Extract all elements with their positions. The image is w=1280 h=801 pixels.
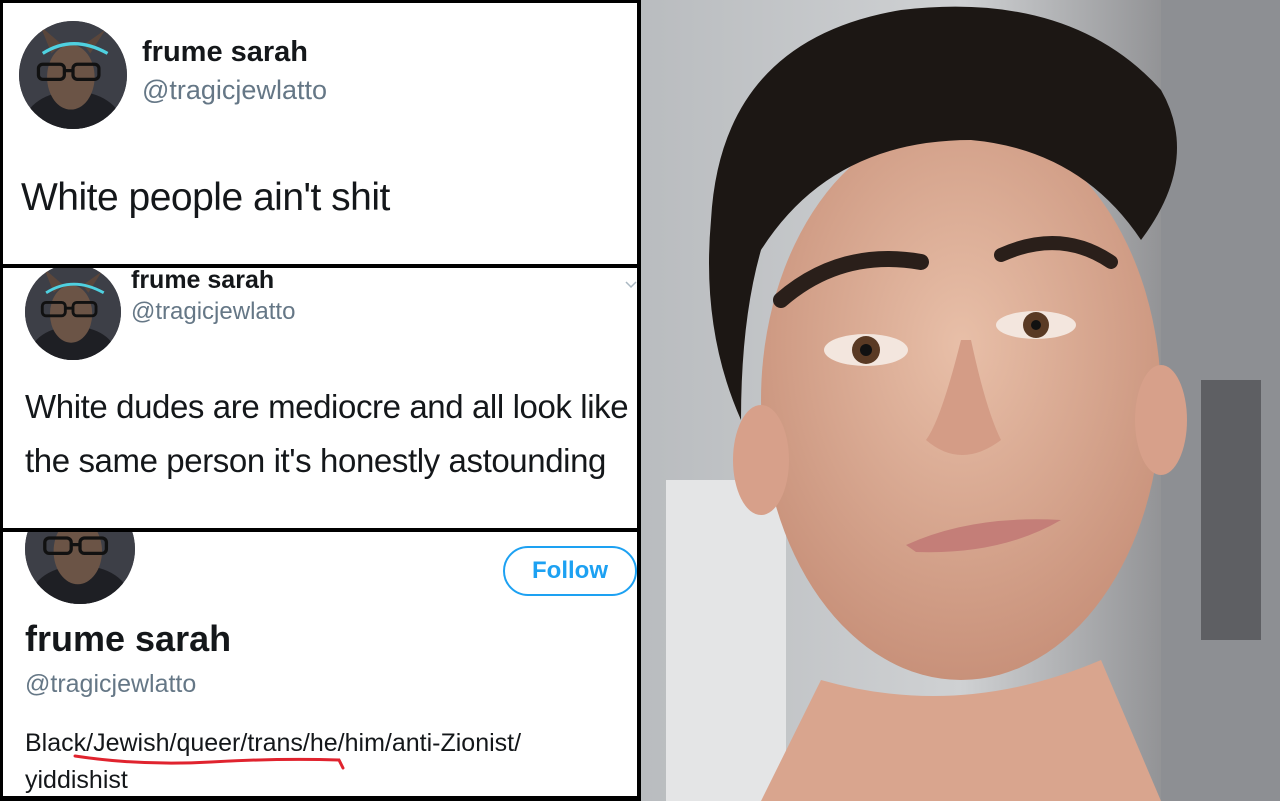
- username-handle: @tragicjewlatto: [25, 670, 197, 698]
- selfie-photo: [641, 0, 1280, 801]
- username-handle[interactable]: @tragicjewlatto: [142, 75, 327, 106]
- display-name[interactable]: frume sarah: [142, 36, 308, 69]
- display-name[interactable]: frume sarah: [131, 268, 274, 295]
- tweet-card-2: frume sarah @tragicjewlatto White dudes …: [3, 268, 637, 528]
- display-name: frume sarah: [25, 618, 232, 659]
- chevron-down-icon[interactable]: [625, 278, 637, 290]
- tweet-text: White people ain't shit: [21, 176, 390, 219]
- follow-button[interactable]: Follow: [503, 546, 637, 596]
- avatar[interactable]: [25, 532, 135, 604]
- profile-bio: Black/Jewish/queer/trans/he/him/anti-Zio…: [25, 729, 522, 794]
- username-handle[interactable]: @tragicjewlatto: [131, 298, 295, 326]
- profile-card: Follow frume sarah @tragicjewlatto Black…: [3, 532, 637, 796]
- avatar[interactable]: [25, 268, 121, 360]
- tweet-text: White dudes are mediocre and all look li…: [25, 388, 629, 479]
- tweet-card-1: frume sarah @tragicjewlatto White people…: [3, 3, 637, 264]
- avatar[interactable]: [19, 21, 127, 129]
